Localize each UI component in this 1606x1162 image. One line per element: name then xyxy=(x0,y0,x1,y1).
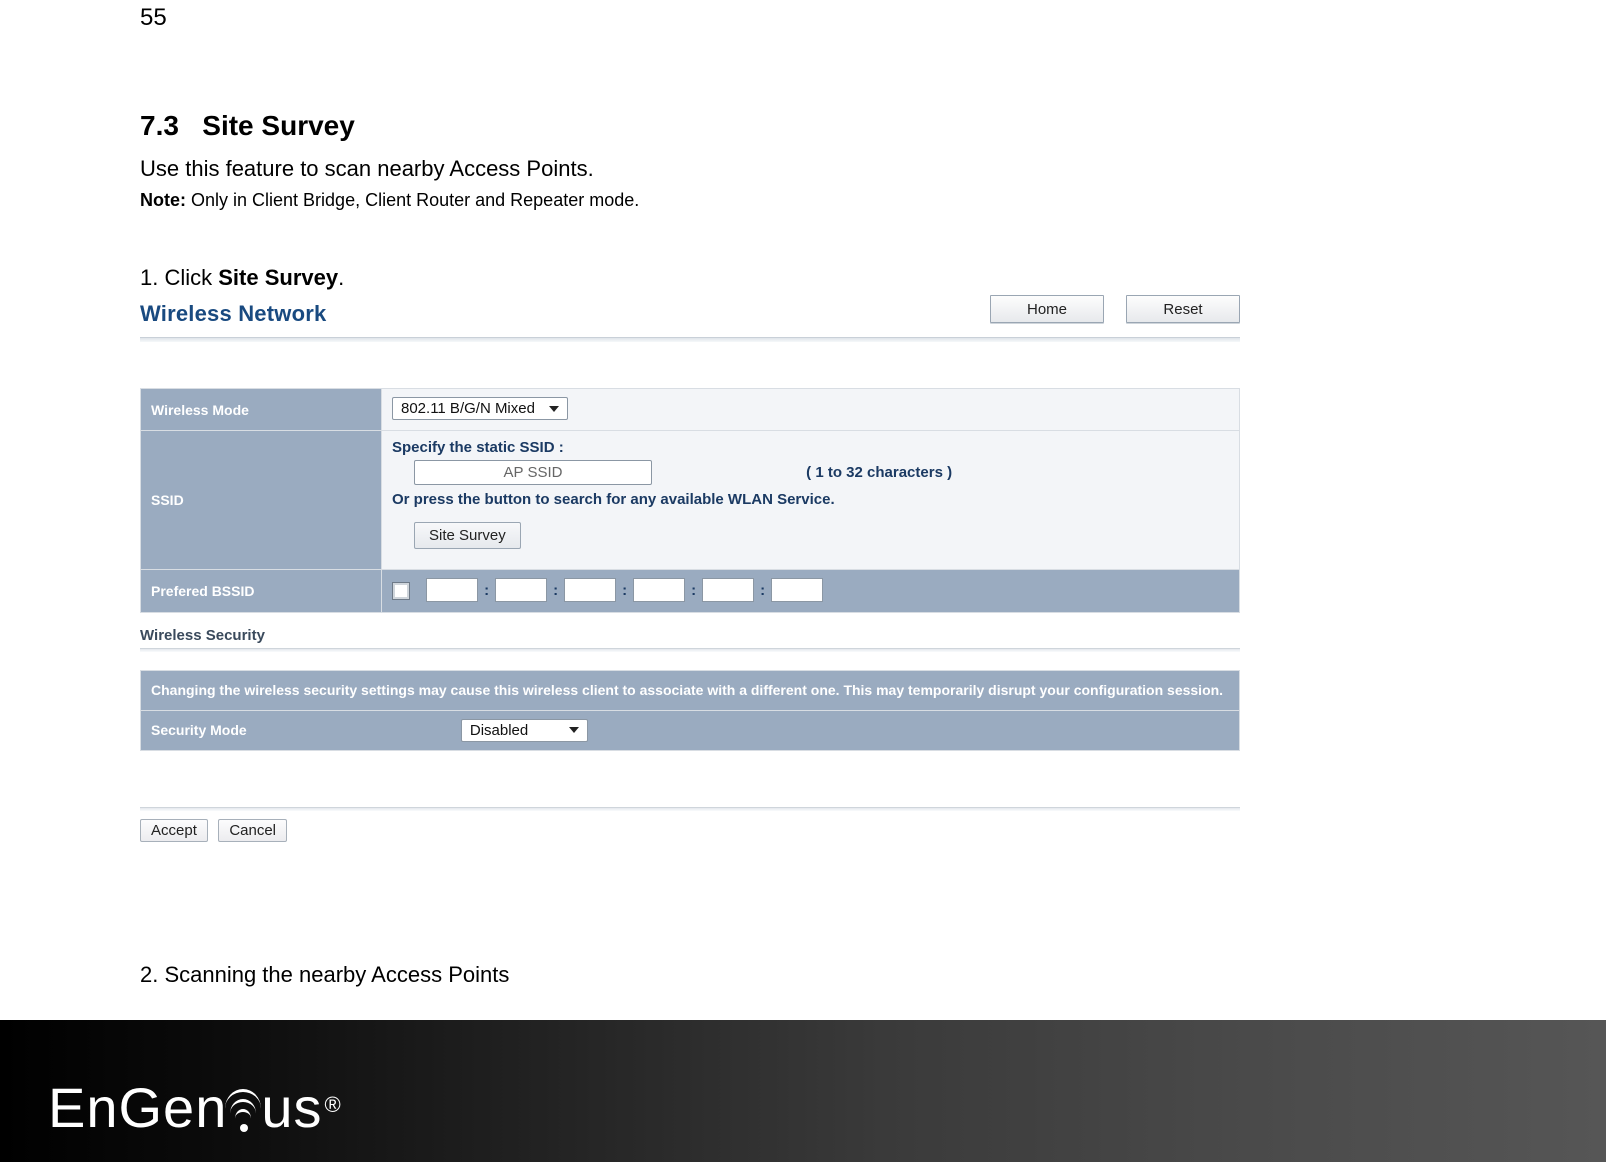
wireless-mode-value: 802.11 B/G/N Mixed xyxy=(401,400,535,417)
wireless-settings-table: Wireless Mode 802.11 B/G/N Mixed SSID Sp… xyxy=(140,388,1240,613)
page-number: 55 xyxy=(140,4,1370,32)
preferred-bssid-checkbox[interactable] xyxy=(392,582,410,600)
divider xyxy=(140,648,1240,652)
reset-button[interactable]: Reset xyxy=(1126,295,1240,323)
security-warning-text: Changing the wireless security settings … xyxy=(141,671,1240,711)
security-mode-select[interactable]: Disabled xyxy=(461,719,588,742)
accept-button[interactable]: Accept xyxy=(140,819,208,842)
note-label: Note: xyxy=(140,190,186,210)
preferred-bssid-value-cell: : : : : : xyxy=(382,570,1240,613)
section-note: Note: Only in Client Bridge, Client Rout… xyxy=(140,190,1370,211)
security-mode-value: Disabled xyxy=(470,722,528,739)
ssid-value-cell: Specify the static SSID : AP SSID ( 1 to… xyxy=(382,431,1240,570)
note-text: Only in Client Bridge, Client Router and… xyxy=(186,190,639,210)
step1-prefix: 1. Click xyxy=(140,265,218,290)
mac-octet-5[interactable] xyxy=(702,578,754,602)
step1-suffix: . xyxy=(338,265,344,290)
site-survey-button[interactable]: Site Survey xyxy=(414,522,521,549)
security-mode-label: Security Mode xyxy=(151,722,247,738)
step-2: 2. Scanning the nearby Access Points xyxy=(140,962,1370,988)
row-security-warning: Changing the wireless security settings … xyxy=(141,671,1240,711)
chevron-down-icon xyxy=(569,727,579,733)
wireless-security-table: Changing the wireless security settings … xyxy=(140,670,1240,751)
wireless-mode-value-cell: 802.11 B/G/N Mixed xyxy=(382,389,1240,431)
row-preferred-bssid: Prefered BSSID : : : : : xyxy=(141,570,1240,613)
mac-octet-3[interactable] xyxy=(564,578,616,602)
ssid-input[interactable]: AP SSID xyxy=(414,460,652,485)
step1-bold: Site Survey xyxy=(218,265,338,290)
colon-icon: : xyxy=(478,582,495,599)
mac-octet-1[interactable] xyxy=(426,578,478,602)
section-description: Use this feature to scan nearby Access P… xyxy=(140,156,1370,182)
mac-input-group: : : : : : xyxy=(426,578,823,602)
section-number: 7.3 xyxy=(140,110,179,141)
section-heading: 7.3 Site Survey xyxy=(140,110,1370,142)
divider xyxy=(140,807,1240,811)
divider xyxy=(140,337,1240,342)
home-button[interactable]: Home xyxy=(990,295,1104,323)
page-footer: EnGen us® xyxy=(0,1020,1606,1162)
mac-octet-4[interactable] xyxy=(633,578,685,602)
row-security-mode: Security Mode Disabled xyxy=(141,710,1240,750)
mac-octet-6[interactable] xyxy=(771,578,823,602)
section-title: Site Survey xyxy=(202,110,355,141)
wifi-icon xyxy=(225,1084,263,1134)
ssid-help-2: Or press the button to search for any av… xyxy=(392,491,1229,508)
cancel-button[interactable]: Cancel xyxy=(218,819,287,842)
engenius-logo: EnGen us® xyxy=(48,1075,341,1140)
wireless-mode-label: Wireless Mode xyxy=(141,389,382,431)
colon-icon: : xyxy=(616,582,633,599)
screenshot-panel: Wireless Network Home Reset Wireless Mod… xyxy=(140,301,1240,842)
colon-icon: : xyxy=(754,582,771,599)
colon-icon: : xyxy=(547,582,564,599)
wireless-security-header: Wireless Security xyxy=(140,627,1240,644)
step-1: 1. Click Site Survey. xyxy=(140,265,1370,291)
row-ssid: SSID Specify the static SSID : AP SSID (… xyxy=(141,431,1240,570)
row-wireless-mode: Wireless Mode 802.11 B/G/N Mixed xyxy=(141,389,1240,431)
ssid-label: SSID xyxy=(141,431,382,570)
wireless-mode-select[interactable]: 802.11 B/G/N Mixed xyxy=(392,397,568,420)
chevron-down-icon xyxy=(549,406,559,412)
colon-icon: : xyxy=(685,582,702,599)
ssid-char-hint: ( 1 to 32 characters ) xyxy=(806,464,952,481)
mac-octet-2[interactable] xyxy=(495,578,547,602)
ssid-help-1: Specify the static SSID : xyxy=(392,439,1229,456)
preferred-bssid-label: Prefered BSSID xyxy=(141,570,382,613)
